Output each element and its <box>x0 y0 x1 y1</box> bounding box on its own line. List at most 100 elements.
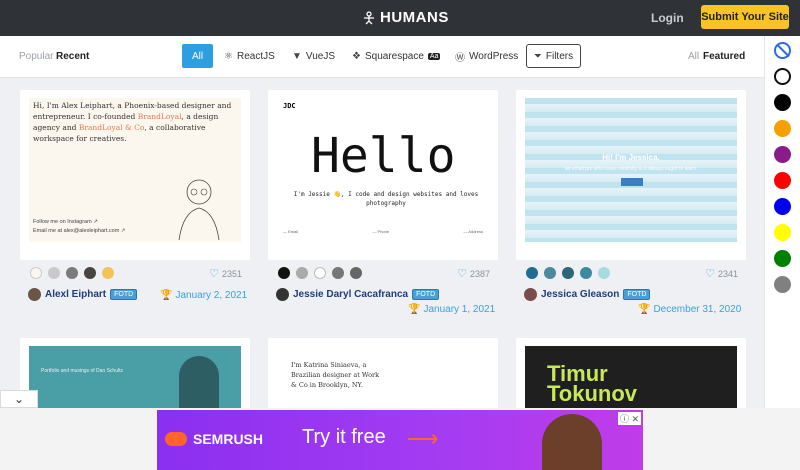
site-preview-image: JDC Hello I'm Jessie 👋, I code and desig… <box>277 98 489 242</box>
preview-name-heading: Timur Tokunov <box>547 361 638 406</box>
color-none-button[interactable] <box>774 42 791 59</box>
sort-popular-tab[interactable]: Popular <box>19 51 53 62</box>
fotd-badge: FOTD <box>110 289 138 300</box>
react-icon: ⚛ <box>224 50 233 62</box>
author-name[interactable]: Alexl Eiphart <box>45 289 106 300</box>
author-name[interactable]: Jessica Gleason <box>541 289 619 300</box>
swatch[interactable] <box>526 267 538 279</box>
site-thumbnail[interactable]: Timur Tokunov <box>516 338 746 418</box>
heart-icon: ♡ <box>705 268 715 280</box>
author-name[interactable]: Jessie Daryl Cacafranca <box>293 289 408 300</box>
wordpress-icon: Ⓦ <box>455 52 465 64</box>
color-black-button[interactable] <box>774 94 791 111</box>
swatch[interactable] <box>314 267 326 279</box>
likes-counter[interactable]: ♡ 2351 <box>209 267 242 280</box>
site-thumbnail[interactable]: Hi! I'm Jessica. an email pro who loves … <box>516 90 746 260</box>
site-thumbnail[interactable]: I'm Katrina Siniaeva, a Brazilian design… <box>268 338 498 418</box>
award-date: 🏆 December 31, 2020 <box>638 304 742 315</box>
trophy-icon: 🏆 <box>638 304 651 315</box>
ad-cta-text[interactable]: Try it free <box>302 426 386 449</box>
likes-counter[interactable]: ♡ 2341 <box>705 267 738 280</box>
color-orange-button[interactable] <box>774 120 791 137</box>
semrush-logo-icon <box>165 432 187 446</box>
top-navigation-bar: HUMANS Login Submit Your Site <box>0 0 800 36</box>
preview-caption: Portfolio and musings of Dan Schultz <box>41 368 123 374</box>
ad-close-icon[interactable]: ⓘ ✕ <box>617 412 641 425</box>
trophy-icon: 🏆 <box>408 304 421 315</box>
swatch[interactable] <box>84 267 96 279</box>
preview-hello-heading: Hello <box>311 128 456 184</box>
humans-logo-icon <box>364 10 374 24</box>
swatch[interactable] <box>66 267 78 279</box>
squarespace-icon: ❖ <box>352 50 361 62</box>
color-green-button[interactable] <box>774 250 791 267</box>
collapse-ad-button[interactable]: ⌄ <box>0 390 38 408</box>
swatch[interactable] <box>30 267 42 279</box>
tag-wordpress-label: WordPress <box>469 50 519 62</box>
preview-heading: Hi! I'm Jessica. <box>602 153 660 162</box>
color-purple-button[interactable] <box>774 146 791 163</box>
preview-subtitle: I'm Jessie 👋, I code and design websites… <box>293 191 479 207</box>
swatch[interactable] <box>296 267 308 279</box>
avatar[interactable] <box>28 288 41 301</box>
swatch[interactable] <box>48 267 60 279</box>
swatch[interactable] <box>278 267 290 279</box>
site-logo[interactable]: HUMANS <box>362 9 449 26</box>
avatar[interactable] <box>276 288 289 301</box>
login-link[interactable]: Login <box>651 11 684 25</box>
tag-wordpress-button[interactable]: Ⓦ WordPress <box>455 44 518 68</box>
site-preview-image: Hi, I'm Alex Leiphart, a Phoenix-based d… <box>29 98 241 242</box>
ad-banner[interactable]: SEMRUSH Try it free ⟶ ⓘ ✕ <box>157 410 643 470</box>
featured-all-tab[interactable]: All <box>688 51 699 62</box>
preview-intro-text: I'm Katrina Siniaeva, a Brazilian design… <box>291 361 380 389</box>
tag-squarespace-button[interactable]: ❖ Squarespace Aa <box>352 44 441 68</box>
ad-brand-text: SEMRUSH <box>193 431 264 447</box>
squarespace-badge-icon: Aa <box>427 52 441 60</box>
arrow-right-icon: ⟶ <box>407 426 439 451</box>
site-thumbnail[interactable]: Hi, I'm Alex Leiphart, a Phoenix-based d… <box>20 90 250 260</box>
preview-footer: — Email — Phone — Address <box>283 229 483 234</box>
portrait-sketch-illustration <box>178 179 220 240</box>
swatch[interactable] <box>332 267 344 279</box>
heart-icon: ♡ <box>209 268 219 280</box>
preview-contact-links: Follow me on Instagram ↗ Email me at ale… <box>33 219 126 234</box>
color-gray-button[interactable] <box>774 276 791 293</box>
preview-intro-text: Hi, I'm Alex Leiphart, a Phoenix-based d… <box>33 101 232 143</box>
tag-reactjs-button[interactable]: ⚛ ReactJS <box>224 44 275 68</box>
portrait-photo <box>179 356 219 416</box>
swatch[interactable] <box>544 267 556 279</box>
ad-brand: SEMRUSH <box>165 431 263 447</box>
author-row: Jessie Daryl Cacafranca FOTD <box>276 288 440 301</box>
preview-brand: JDC <box>283 102 296 110</box>
likes-count: 2387 <box>469 268 490 279</box>
featured-tab[interactable]: Featured <box>703 51 745 62</box>
swatch[interactable] <box>580 267 592 279</box>
color-red-button[interactable] <box>774 172 791 189</box>
avatar[interactable] <box>524 288 537 301</box>
submit-site-button[interactable]: Submit Your Site <box>701 5 789 29</box>
filters-button[interactable]: ⏷ Filters <box>526 44 581 68</box>
swatch[interactable] <box>562 267 574 279</box>
likes-count: 2351 <box>221 268 242 279</box>
swatch[interactable] <box>102 267 114 279</box>
site-thumbnail[interactable]: Portfolio and musings of Dan Schultz <box>20 338 250 418</box>
swatch[interactable] <box>598 267 610 279</box>
sort-recent-tab[interactable]: Recent <box>56 51 89 62</box>
preview-subtitle: an email pro who loves creativity & is a… <box>564 166 698 172</box>
color-blue-button[interactable] <box>774 198 791 215</box>
likes-counter[interactable]: ♡ 2387 <box>457 267 490 280</box>
color-white-button[interactable] <box>774 68 791 85</box>
chevron-down-icon: ⌄ <box>13 392 25 406</box>
award-date: 🏆 January 1, 2021 <box>408 304 496 315</box>
tag-all-button[interactable]: All <box>182 44 213 68</box>
site-thumbnail[interactable]: JDC Hello I'm Jessie 👋, I code and desig… <box>268 90 498 260</box>
color-swatches <box>526 267 610 279</box>
tag-reactjs-label: ReactJS <box>236 50 275 62</box>
site-preview-image: Hi! I'm Jessica. an email pro who loves … <box>525 98 737 242</box>
ad-container: SEMRUSH Try it free ⟶ ⓘ ✕ <box>0 408 800 470</box>
ad-person-image <box>542 414 602 470</box>
swatch[interactable] <box>350 267 362 279</box>
tag-squarespace-label: Squarespace <box>364 50 424 62</box>
color-yellow-button[interactable] <box>774 224 791 241</box>
tag-vuejs-button[interactable]: ▼ VueJS <box>292 44 335 68</box>
